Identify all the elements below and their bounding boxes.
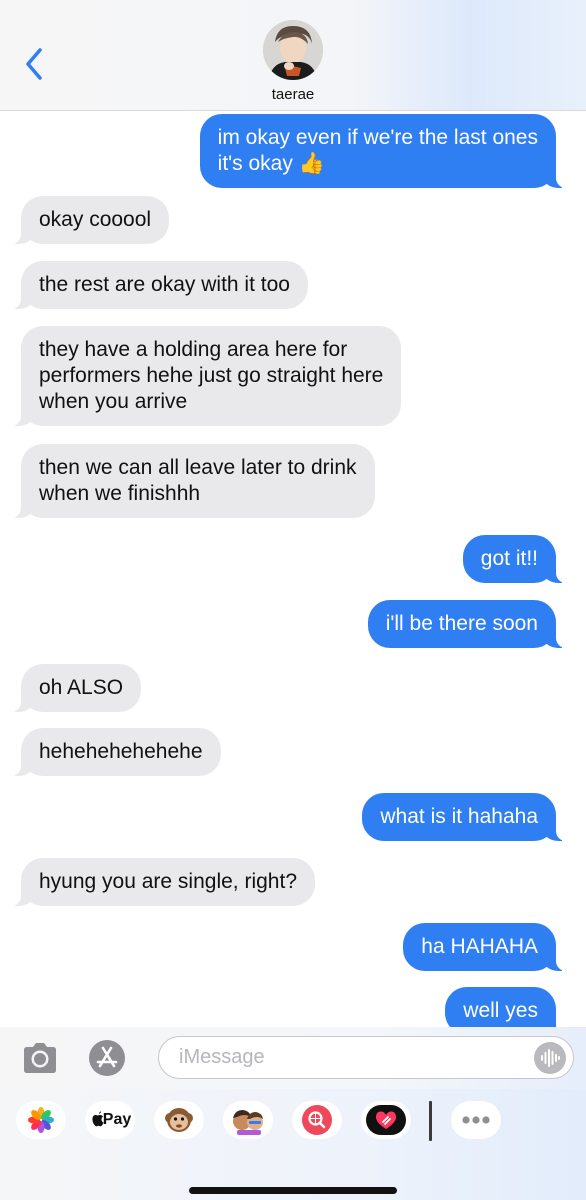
app-store-button[interactable] [89,1040,125,1076]
digital-touch-heart-icon [366,1105,406,1135]
chevron-left-icon [26,48,42,80]
message-line: got it!! [480,547,538,570]
photos-app-icon [28,1107,54,1133]
message-line: hehehehehehehe [39,740,203,763]
message-bubble-incoming[interactable]: they have a holding area here for perfor… [10,326,402,426]
memoji-stickers-icon [233,1110,263,1135]
message-bubble-incoming[interactable]: then we can all leave later to drink whe… [11,444,375,518]
message-line: when we finishhh [39,482,201,505]
animoji-button[interactable] [154,1101,204,1139]
app-store-icon [96,1046,118,1068]
message-line: i'll be there soon [385,612,538,635]
camera-button[interactable] [20,1040,60,1076]
image-search-button[interactable] [292,1101,342,1139]
monkey-animoji-icon [165,1108,193,1132]
home-indicator[interactable] [189,1187,397,1194]
avatar-photo [263,20,323,80]
memoji-stickers-button[interactable] [223,1101,273,1139]
apple-pay-label: Pay [102,1111,132,1128]
contact-name[interactable]: taerae [0,86,586,103]
message-line: well yes [463,999,538,1022]
digital-touch-button[interactable] [361,1101,411,1139]
message-line: okay cooool [39,208,152,231]
message-bubble-incoming[interactable]: hehehehehehehe [11,728,221,776]
back-button[interactable] [20,44,50,84]
message-bubble-outgoing[interactable]: what is it hahaha [362,793,566,841]
message-bubble-incoming[interactable]: oh ALSO [10,664,142,712]
message-line: then we can all leave later to drink [39,456,357,479]
contact-avatar[interactable] [263,20,323,80]
apple-pay-button[interactable]: Pay [85,1101,135,1139]
message-bubble-outgoing[interactable]: well yes [445,987,566,1030]
message-bubble-outgoing[interactable]: ha HAHAHA [403,923,566,971]
audio-message-button[interactable] [534,1042,566,1074]
message-line: performers hehe just go straight here [39,364,384,387]
more-apps-icon [462,1116,490,1124]
drawer-divider [429,1101,432,1141]
message-line: it's okay 👍 [217,152,325,175]
message-line: they have a holding area here for [39,338,348,361]
camera-icon [24,1043,56,1073]
message-line: when you arrive [39,390,188,413]
message-bubble-incoming[interactable]: okay cooool [10,196,170,244]
message-bubble-incoming[interactable]: hyung you are single, right? [11,858,315,906]
messages-screen: im okay even if we're the last ones it's… [0,0,586,1200]
image-search-icon [302,1105,332,1135]
message-bubble-outgoing[interactable]: im okay even if we're the last ones it's… [199,114,567,188]
audio-waveform-icon [541,1049,560,1067]
message-line: hyung you are single, right? [39,870,297,893]
conversation-header: taerae [0,0,586,111]
message-bubble-outgoing[interactable]: got it!! [462,535,567,583]
message-line: oh ALSO [39,676,124,699]
message-line: the rest are okay with it too [39,273,290,296]
message-bubble-outgoing[interactable]: i'll be there soon [367,600,567,648]
message-field[interactable] [158,1036,574,1079]
photos-app-button[interactable] [16,1101,66,1139]
message-thread[interactable]: im okay even if we're the last ones it's… [0,0,586,1030]
message-line: im okay even if we're the last ones [217,126,538,149]
app-drawer: Pay [0,1089,586,1200]
message-line: what is it hahaha [380,805,538,828]
compose-bar [0,1027,586,1089]
message-bubble-incoming[interactable]: the rest are okay with it too [11,261,308,309]
message-line: ha HAHAHA [421,935,538,958]
message-input[interactable] [179,1037,519,1077]
more-apps-button[interactable] [451,1101,501,1139]
